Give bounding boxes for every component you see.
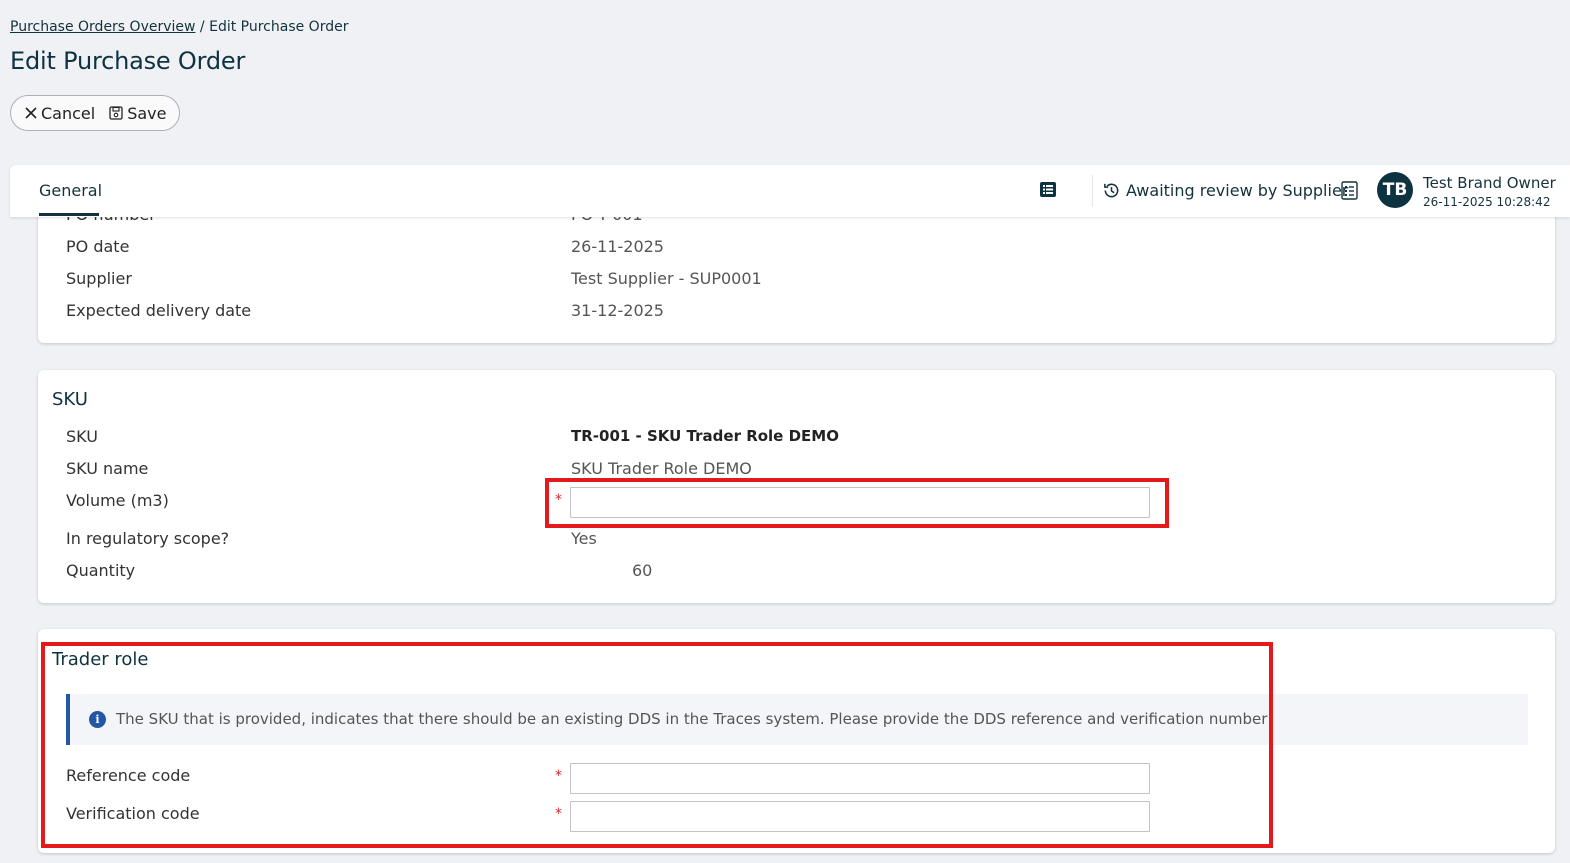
- cancel-button[interactable]: Cancel: [25, 104, 95, 123]
- trader-role-card: Trader role i The SKU that is provided, …: [38, 629, 1555, 853]
- info-banner: i The SKU that is provided, indicates th…: [66, 694, 1528, 745]
- user-name: Test Brand Owner: [1423, 174, 1556, 192]
- active-tab-indicator: [39, 213, 99, 216]
- avatar[interactable]: TB: [1377, 172, 1413, 208]
- quantity-value: 60: [632, 561, 653, 580]
- sku-card: SKU SKU TR-001 - SKU Trader Role DEMO SK…: [38, 370, 1555, 603]
- save-icon: [109, 106, 123, 120]
- cancel-label: Cancel: [41, 103, 96, 123]
- reference-code-input[interactable]: [570, 763, 1150, 794]
- breadcrumb-link-purchase-orders[interactable]: Purchase Orders Overview: [10, 19, 195, 35]
- record-header-bar: General Awaiting review by Supplier TB T…: [10, 165, 1570, 217]
- close-icon: [25, 107, 37, 119]
- regulatory-scope-value: Yes: [571, 529, 597, 548]
- save-button[interactable]: Save: [109, 104, 166, 123]
- supplier-value: Test Supplier - SUP0001: [571, 269, 762, 288]
- history-icon: [1104, 183, 1119, 198]
- breadcrumb-separator: /: [195, 19, 210, 35]
- checklist-icon[interactable]: [1341, 181, 1358, 200]
- save-label: Save: [127, 103, 167, 123]
- verification-code-label: Verification code: [66, 804, 200, 823]
- status-text: Awaiting review by Supplier: [1126, 181, 1349, 200]
- page-title: Edit Purchase Order: [10, 47, 246, 75]
- sku-name-label: SKU name: [66, 459, 149, 478]
- required-marker: *: [555, 806, 562, 822]
- volume-input[interactable]: [570, 487, 1150, 518]
- breadcrumb: Purchase Orders Overview / Edit Purchase…: [10, 19, 348, 35]
- verification-code-input[interactable]: [570, 801, 1150, 832]
- sku-label: SKU: [66, 427, 98, 446]
- sku-value: TR-001 - SKU Trader Role DEMO: [571, 427, 839, 445]
- po-date-value: 26-11-2025: [571, 237, 664, 256]
- divider: [1092, 175, 1093, 207]
- info-message: The SKU that is provided, indicates that…: [116, 710, 1268, 728]
- user-timestamp: 26-11-2025 10:28:42: [1423, 195, 1551, 209]
- info-icon: i: [89, 711, 106, 728]
- volume-label: Volume (m3): [66, 491, 169, 510]
- required-marker: *: [555, 492, 562, 508]
- regulatory-scope-label: In regulatory scope?: [66, 529, 230, 548]
- sku-name-value: SKU Trader Role DEMO: [571, 459, 752, 478]
- action-bar: Cancel Save: [10, 95, 180, 131]
- breadcrumb-current: Edit Purchase Order: [209, 19, 349, 35]
- list-icon[interactable]: [1040, 182, 1056, 197]
- supplier-label: Supplier: [66, 269, 132, 288]
- expected-delivery-date-label: Expected delivery date: [66, 301, 252, 320]
- sku-section-title: SKU: [52, 389, 88, 410]
- reference-code-label: Reference code: [66, 766, 191, 785]
- trader-role-title: Trader role: [52, 649, 149, 670]
- quantity-label: Quantity: [66, 561, 136, 580]
- expected-delivery-date-value: 31-12-2025: [571, 301, 664, 320]
- tab-general[interactable]: General: [39, 181, 102, 200]
- po-date-label: PO date: [66, 237, 130, 256]
- status-indicator[interactable]: Awaiting review by Supplier: [1102, 181, 1348, 200]
- required-marker: *: [555, 768, 562, 784]
